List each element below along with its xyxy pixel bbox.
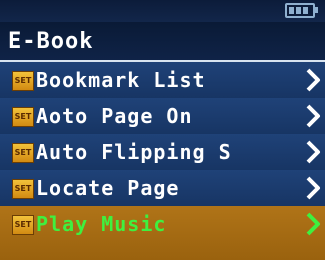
battery-icon [285, 3, 318, 18]
ebook-screen: E-Book SET Bookmark List SET Aoto Page O… [0, 0, 325, 260]
chevron-right-icon [306, 68, 320, 92]
menu-item-play-music[interactable]: SET Play Music [0, 206, 325, 260]
menu-item-locate-page[interactable]: SET Locate Page [0, 170, 325, 206]
menu-item-bookmark-list[interactable]: SET Bookmark List [0, 62, 325, 98]
chevron-right-icon [306, 140, 320, 164]
set-icon: SET [12, 179, 34, 199]
menu-item-label: Play Music [36, 212, 167, 236]
set-icon: SET [12, 71, 34, 91]
menu-item-auto-flipping[interactable]: SET Auto Flipping S [0, 134, 325, 170]
title-bar: E-Book [0, 22, 325, 62]
menu-item-label: Auto Flipping S [36, 140, 232, 164]
set-icon: SET [12, 215, 34, 235]
chevron-right-icon [306, 104, 320, 128]
set-icon: SET [12, 143, 34, 163]
menu-item-aoto-page-on[interactable]: SET Aoto Page On [0, 98, 325, 134]
status-bar [0, 0, 325, 22]
chevron-right-icon [306, 212, 320, 236]
menu-item-label: Locate Page [36, 176, 180, 200]
chevron-right-icon [306, 176, 320, 200]
set-icon: SET [12, 107, 34, 127]
menu-item-label: Bookmark List [36, 68, 206, 92]
page-title: E-Book [8, 29, 94, 54]
menu-item-label: Aoto Page On [36, 104, 193, 128]
